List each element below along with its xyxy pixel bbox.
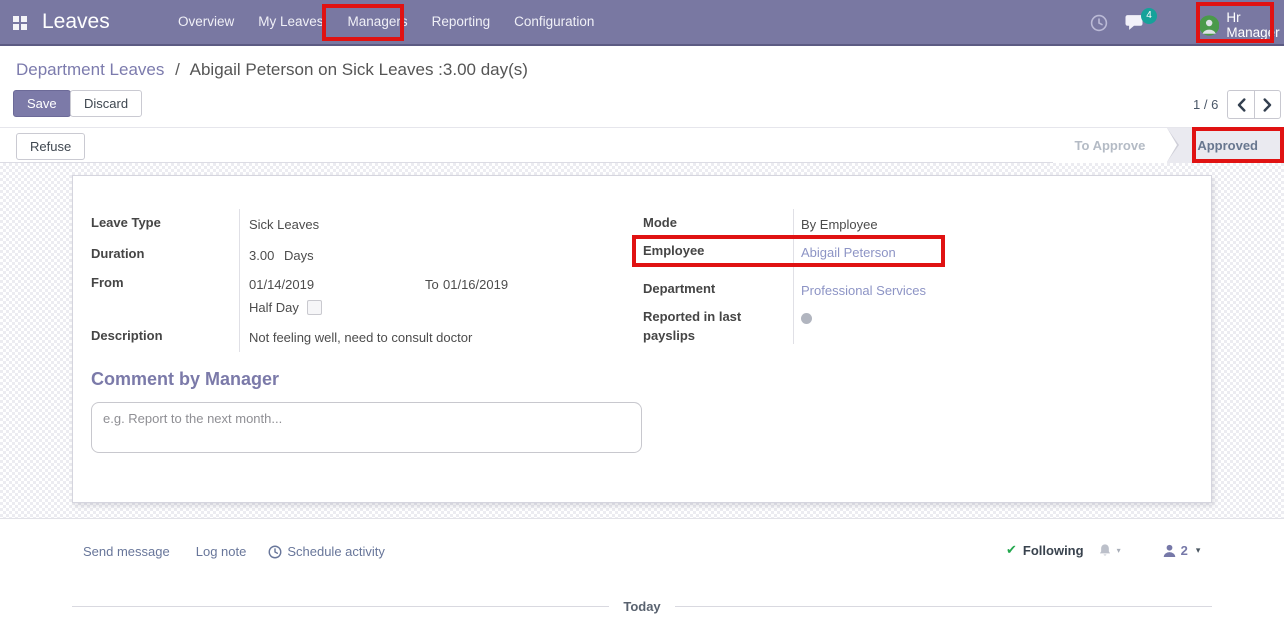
breadcrumb-parent-link[interactable]: Department Leaves <box>16 60 164 79</box>
followers-caret-icon: ▾ <box>1195 544 1201 555</box>
bell-icon <box>1099 543 1110 555</box>
bell-caret-icon: ▾ <box>1116 545 1121 555</box>
status-approved[interactable]: Approved <box>1167 128 1284 163</box>
menu-configuration[interactable]: Configuration <box>502 0 606 44</box>
mode-label: Mode <box>643 215 677 230</box>
followers-button[interactable]: 2 ▾ <box>1163 542 1201 558</box>
breadcrumb: Department Leaves / Abigail Peterson on … <box>16 60 528 80</box>
payslips-label: Reported in last payslips <box>643 309 742 343</box>
employee-link[interactable]: Abigail Peterson <box>801 245 896 260</box>
user-menu[interactable]: Hr Manager ▾ <box>1199 10 1284 40</box>
chatter: Send message Log note Schedule activity … <box>0 518 1284 623</box>
main-menu: Overview My Leaves Managers Reporting Co… <box>166 0 606 44</box>
mode-value: By Employee <box>801 217 878 232</box>
leave-type-label: Leave Type <box>91 215 161 230</box>
pager <box>1227 90 1281 119</box>
send-message-button[interactable]: Send message <box>83 544 170 559</box>
half-day-checkbox[interactable] <box>307 300 322 315</box>
chevron-right-icon <box>1263 97 1272 112</box>
from-label: From <box>91 275 124 290</box>
save-button[interactable]: Save <box>13 90 71 117</box>
menu-reporting[interactable]: Reporting <box>420 0 503 44</box>
schedule-activity-button[interactable]: Schedule activity <box>268 544 385 559</box>
apps-grid-icon[interactable] <box>13 16 27 30</box>
duration-label: Duration <box>91 246 145 261</box>
department-link[interactable]: Professional Services <box>801 283 926 298</box>
top-navbar: Leaves Overview My Leaves Managers Repor… <box>0 0 1284 46</box>
comment-textarea[interactable] <box>91 402 642 453</box>
pager-previous-button[interactable] <box>1227 90 1254 119</box>
status-to-approve[interactable]: To Approve <box>1052 128 1168 163</box>
pager-value: 1 / 6 <box>1193 97 1219 112</box>
control-panel: Department Leaves / Abigail Peterson on … <box>0 46 1284 127</box>
leave-type-value: Sick Leaves <box>249 217 320 232</box>
check-icon: ✔ <box>1006 542 1017 557</box>
menu-managers[interactable]: Managers <box>336 0 420 44</box>
today-label: Today <box>623 599 661 614</box>
department-label: Department <box>643 281 716 296</box>
messages-badge: 4 <box>1141 8 1157 24</box>
app-window: Leaves Overview My Leaves Managers Repor… <box>0 0 1284 623</box>
date-from-value: 01/14/2019 <box>249 277 315 292</box>
form-sheet: Leave Type Sick Leaves Duration 3.00 Day… <box>72 175 1212 503</box>
following-button[interactable]: Following <box>1023 543 1084 558</box>
duration-unit: Days <box>284 248 314 263</box>
menu-my-leaves[interactable]: My Leaves <box>246 0 335 44</box>
pager-next-button[interactable] <box>1254 90 1281 119</box>
to-label: To <box>425 277 439 292</box>
duration-value: 3.00 <box>249 248 275 263</box>
half-day-label: Half Day <box>249 300 299 315</box>
schedule-activity-label: Schedule activity <box>287 544 385 559</box>
schedule-clock-icon <box>268 545 282 558</box>
log-note-button[interactable]: Log note <box>196 544 247 559</box>
today-divider: Today <box>72 599 1213 614</box>
group-separator-right <box>793 209 794 344</box>
date-to-value: 01/16/2019 <box>443 277 509 292</box>
app-title: Leaves <box>42 10 110 33</box>
employee-label: Employee <box>643 243 705 258</box>
discard-button[interactable]: Discard <box>70 90 143 117</box>
description-label: Description <box>91 328 163 343</box>
menu-overview[interactable]: Overview <box>166 0 246 44</box>
user-name: Hr Manager <box>1226 10 1280 40</box>
followers-person-icon <box>1163 544 1175 557</box>
description-value: Not feeling well, need to consult doctor <box>249 330 473 345</box>
group-separator-left <box>239 209 240 352</box>
user-avatar <box>1199 14 1220 36</box>
activity-clock-icon[interactable] <box>1090 14 1108 35</box>
comment-section-title: Comment by Manager <box>91 369 280 389</box>
notification-bell-button[interactable]: ▾ <box>1098 543 1121 558</box>
statusbar: Refuse To Approve Approved <box>0 127 1284 163</box>
chevron-left-icon <box>1237 97 1245 112</box>
refuse-button[interactable]: Refuse <box>16 133 86 160</box>
status-steps: To Approve Approved <box>1052 128 1284 163</box>
followers-count: 2 <box>1180 542 1188 558</box>
payslips-status-dot <box>801 313 812 324</box>
breadcrumb-current: Abigail Peterson on Sick Leaves :3.00 da… <box>189 60 528 79</box>
breadcrumb-separator: / <box>175 60 180 79</box>
